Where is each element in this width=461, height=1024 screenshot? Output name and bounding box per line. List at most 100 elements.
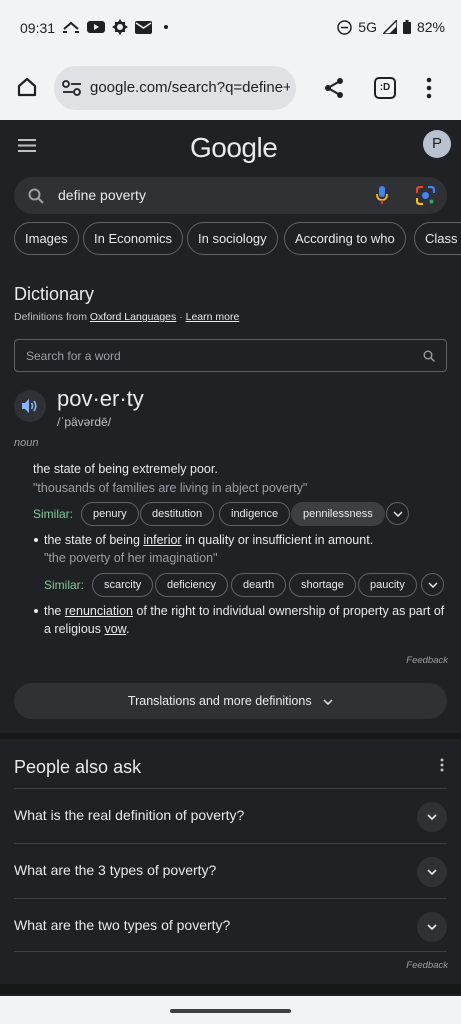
definition-2-text: in quality or insufficient in amount. xyxy=(185,533,374,547)
system-icons: 5G 82% xyxy=(337,19,445,35)
do-not-disturb-icon xyxy=(337,19,353,35)
search-input[interactable]: define poverty xyxy=(58,187,146,203)
expand-similar-button[interactable] xyxy=(421,573,444,596)
expand-question-button[interactable] xyxy=(417,912,447,942)
question-row[interactable]: What is the real definition of poverty? xyxy=(14,788,447,842)
menu-icon[interactable] xyxy=(18,139,36,152)
renunciation-link[interactable]: renunciation xyxy=(65,604,133,618)
chip-class[interactable]: Class 1 xyxy=(414,222,461,255)
question-text: What are the two types of poverty? xyxy=(14,917,231,933)
url-text: google.com/search?q=define+ xyxy=(90,79,290,96)
home-icon[interactable] xyxy=(16,76,38,98)
sense-bullet xyxy=(34,609,38,613)
synonym-chip[interactable]: penury xyxy=(81,502,139,526)
definition-2-text: the state of being xyxy=(44,533,140,547)
expand-question-button[interactable] xyxy=(417,802,447,832)
example-1: "thousands of families are living in abj… xyxy=(33,481,308,495)
vow-link[interactable]: vow xyxy=(104,622,126,636)
part-of-speech: noun xyxy=(14,437,39,449)
home-gesture-handle[interactable] xyxy=(170,1009,291,1013)
lens-icon[interactable] xyxy=(416,186,435,205)
chip-in-sociology[interactable]: In sociology xyxy=(187,222,278,255)
speaker-icon xyxy=(22,399,37,413)
question-text: What are the 3 types of poverty? xyxy=(14,862,217,878)
source-separator: · xyxy=(179,311,183,323)
status-time: 09:31 xyxy=(20,20,56,36)
chip-images[interactable]: Images xyxy=(14,222,79,255)
url-bar[interactable]: google.com/search?q=define+ xyxy=(54,66,296,110)
translations-label: Translations and more definitions xyxy=(127,694,312,708)
definition-3-text: a religious xyxy=(44,622,101,636)
search-results-page: Google P define poverty Images In Econom… xyxy=(0,120,461,1024)
headword: pov·er·ty xyxy=(57,386,144,411)
synonym-chip[interactable]: scarcity xyxy=(92,573,154,597)
missed-call-icon xyxy=(63,21,79,33)
translations-button[interactable]: Translations and more definitions xyxy=(14,683,447,719)
google-logo[interactable]: Google xyxy=(190,132,278,164)
sense-bullet xyxy=(34,538,38,542)
expand-question-button[interactable] xyxy=(417,857,447,887)
definition-3-text: the xyxy=(44,604,62,618)
more-vert-icon[interactable] xyxy=(426,77,432,99)
dictionary-heading: Dictionary xyxy=(14,284,95,304)
chevron-down-icon xyxy=(427,869,437,875)
inferior-link[interactable]: inferior xyxy=(143,533,181,547)
search-box[interactable]: define poverty xyxy=(14,177,447,214)
signal-icon xyxy=(382,20,397,34)
search-icon[interactable] xyxy=(423,350,435,362)
more-vert-icon[interactable] xyxy=(440,758,444,772)
microphone-icon[interactable] xyxy=(376,186,388,205)
synonym-chip[interactable]: indigence xyxy=(219,502,291,526)
oxford-languages-link[interactable]: Oxford Languages xyxy=(90,311,176,323)
notification-icons xyxy=(62,19,168,35)
chevron-down-icon xyxy=(427,814,437,820)
synonym-chip[interactable]: paucity xyxy=(358,573,417,597)
section-divider xyxy=(0,733,461,739)
definition-3: the renunciation of the right to individ… xyxy=(44,604,444,618)
similar-label: Similar: xyxy=(44,578,85,592)
browser-toolbar: google.com/search?q=define+ :D xyxy=(0,56,461,120)
chevron-down-icon xyxy=(428,582,438,588)
synonym-chip[interactable]: destitution xyxy=(140,502,215,526)
expand-similar-button[interactable] xyxy=(386,502,409,525)
synonym-chip[interactable]: deficiency xyxy=(155,573,228,597)
dictionary-source: Definitions from Oxford Languages · Lear… xyxy=(14,311,239,323)
question-row[interactable]: What are the two types of poverty? xyxy=(14,898,447,952)
synonym-chip[interactable]: shortage xyxy=(289,573,356,597)
tab-switcher-button[interactable]: :D xyxy=(374,77,396,99)
learn-more-link[interactable]: Learn more xyxy=(186,311,240,323)
chip-according-to-who[interactable]: According to who xyxy=(284,222,406,255)
similar-label: Similar: xyxy=(33,507,74,521)
question-row[interactable]: What are the 3 types of poverty? xyxy=(14,843,447,897)
battery-icon xyxy=(402,20,411,34)
section-divider xyxy=(0,984,461,994)
pronounce-button[interactable] xyxy=(14,390,46,422)
mail-icon xyxy=(135,20,152,34)
pronunciation: /ˈpävərdē/ xyxy=(57,415,112,429)
definition-3-line-2: a religious vow. xyxy=(44,622,130,636)
site-settings-icon[interactable] xyxy=(62,80,82,96)
word-search-field[interactable]: Search for a word xyxy=(14,339,447,372)
brightness-icon xyxy=(112,19,128,35)
people-also-ask-heading: People also ask xyxy=(14,757,142,777)
paa-feedback-link[interactable]: Feedback xyxy=(406,960,448,971)
definition-3-text: of the right to individual ownership of … xyxy=(136,604,445,618)
share-icon[interactable] xyxy=(324,77,344,99)
chevron-down-icon xyxy=(393,511,403,517)
synonym-chip-selected[interactable]: pennilessness xyxy=(291,502,385,526)
battery-level: 82% xyxy=(416,19,445,35)
network-type: 5G xyxy=(358,19,377,35)
example-2: "the poverty of her imagination" xyxy=(44,551,218,565)
search-icon xyxy=(28,188,44,204)
synonym-chip[interactable]: dearth xyxy=(231,573,287,597)
source-prefix: Definitions from xyxy=(14,311,87,323)
avatar[interactable]: P xyxy=(423,130,451,158)
dictionary-feedback-link[interactable]: Feedback xyxy=(406,655,448,666)
youtube-icon xyxy=(87,21,105,33)
chip-in-economics[interactable]: In Economics xyxy=(83,222,184,255)
question-text: What is the real definition of poverty? xyxy=(14,807,245,823)
definition-3-text: . xyxy=(126,622,130,636)
word-search-placeholder: Search for a word xyxy=(26,349,121,363)
definition-2: the state of being inferior in quality o… xyxy=(44,533,373,547)
status-bar: 09:31 5G 82% xyxy=(0,0,461,56)
